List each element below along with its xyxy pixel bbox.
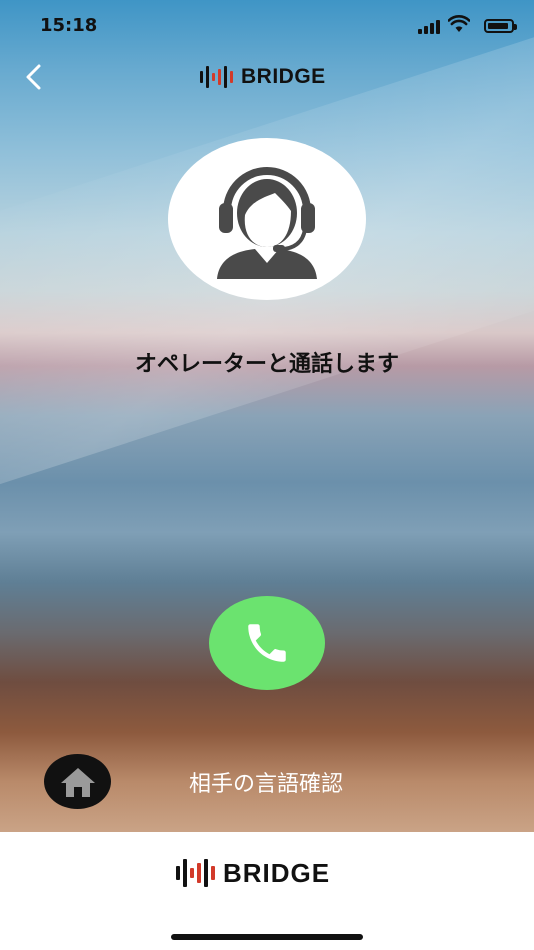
battery-level — [488, 23, 508, 29]
footer-logo-text: BRIDGE — [223, 857, 331, 888]
cellular-signal-icon — [418, 20, 444, 34]
phone-icon — [248, 624, 286, 662]
language-check-link[interactable]: 相手の言語確認 — [150, 766, 382, 798]
home-button[interactable] — [44, 754, 111, 809]
battery-icon — [484, 19, 517, 33]
footer-logo: BRIDGE — [176, 857, 330, 889]
logo-mark-icon — [200, 66, 233, 88]
wifi-icon — [447, 15, 471, 33]
logo-text: BRIDGE — [241, 65, 326, 88]
chevron-left-icon — [26, 64, 41, 90]
status-bar: 15:18 — [0, 0, 534, 52]
status-time: 15:18 — [40, 15, 98, 36]
header-logo: BRIDGE — [200, 63, 326, 91]
call-screen: 15:18 BRIDGE オペレーターと通話します 相手の言語確認 — [0, 0, 534, 832]
bottom-bar — [0, 832, 534, 950]
call-status-message: オペレーターと通話します — [134, 352, 399, 377]
home-indicator[interactable] — [171, 934, 363, 940]
operator-avatar — [168, 138, 366, 300]
operator-headset-icon — [217, 167, 317, 279]
home-icon — [60, 767, 95, 797]
logo-mark-icon — [176, 859, 215, 887]
call-button[interactable] — [209, 596, 325, 690]
back-button[interactable] — [18, 60, 52, 94]
